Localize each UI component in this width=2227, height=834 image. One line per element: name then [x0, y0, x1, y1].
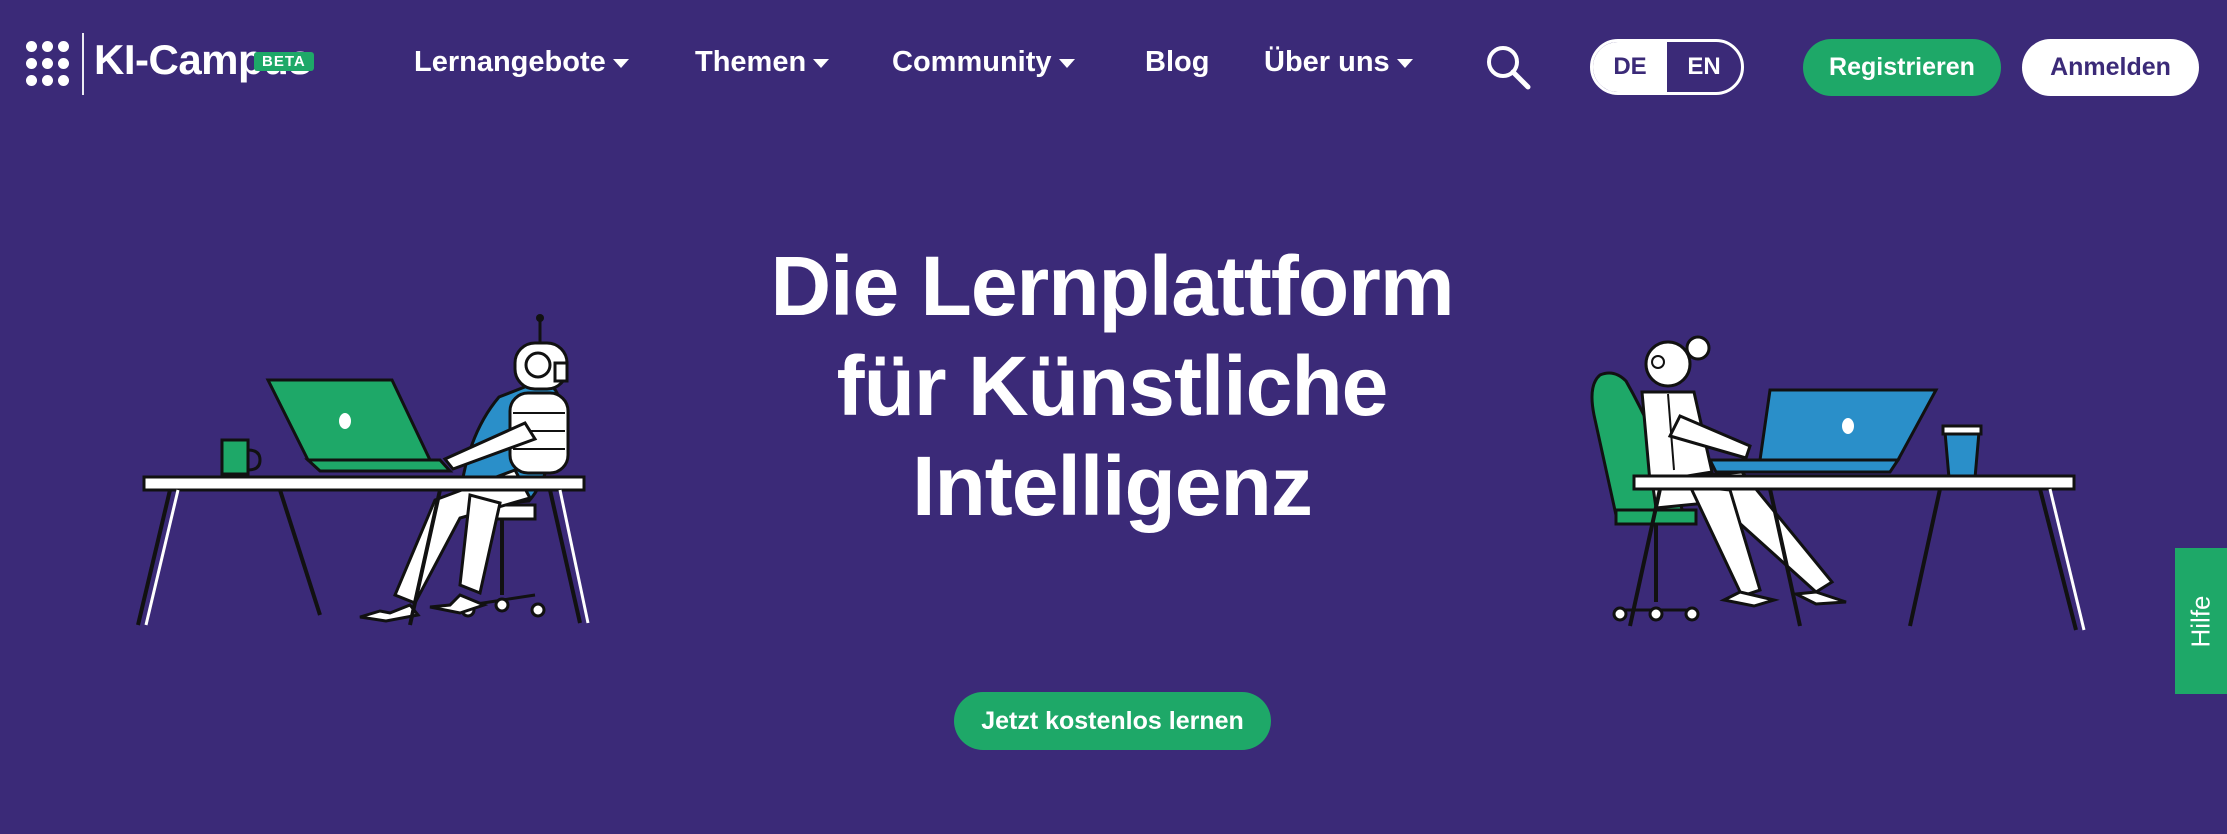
dot-grid-logo-icon [26, 41, 70, 87]
register-button[interactable]: Registrieren [1803, 39, 2001, 96]
caret-down-icon [1058, 59, 1075, 68]
nav-item-label: Blog [1145, 46, 1210, 78]
language-option-en[interactable]: EN [1667, 42, 1741, 92]
caret-down-icon [1396, 59, 1413, 68]
nav-item-label: Über uns [1264, 46, 1390, 78]
top-navigation-bar: KI-Campus BETA Lernangebote Themen Commu… [0, 0, 2227, 134]
caret-down-icon [612, 59, 629, 68]
hero-headline: Die Lernplattform für Künstliche Intelli… [612, 236, 1612, 536]
nav-item-label: Lernangebote [414, 46, 606, 78]
robot-at-desk-illustration [136, 314, 590, 626]
woman-at-desk-illustration [1590, 335, 2086, 631]
nav-item-blog[interactable]: Blog [1145, 46, 1209, 79]
nav-item-label: Community [892, 46, 1052, 78]
login-button[interactable]: Anmelden [2022, 39, 2199, 96]
nav-item-community[interactable]: Community [892, 46, 1075, 79]
hero-headline-line-2: für Künstliche [836, 339, 1389, 433]
nav-item-ueber-uns[interactable]: Über uns [1264, 46, 1413, 79]
logo-divider [82, 33, 84, 95]
nav-item-label: Themen [695, 46, 807, 78]
hero-headline-line-3: Intelligenz [912, 439, 1313, 533]
beta-badge: BETA [254, 52, 314, 71]
nav-item-lernangebote[interactable]: Lernangebote [414, 46, 629, 79]
search-icon[interactable] [1485, 44, 1531, 90]
help-tab[interactable]: Hilfe [2175, 548, 2227, 694]
start-learning-button[interactable]: Jetzt kostenlos lernen [954, 692, 1271, 750]
language-option-de[interactable]: DE [1593, 42, 1667, 92]
language-switcher: DE EN [1590, 39, 1744, 95]
caret-down-icon [813, 59, 830, 68]
help-tab-label: Hilfe [2185, 594, 2216, 648]
nav-item-themen[interactable]: Themen [695, 46, 830, 79]
hero-headline-line-1: Die Lernplattform [770, 239, 1454, 333]
